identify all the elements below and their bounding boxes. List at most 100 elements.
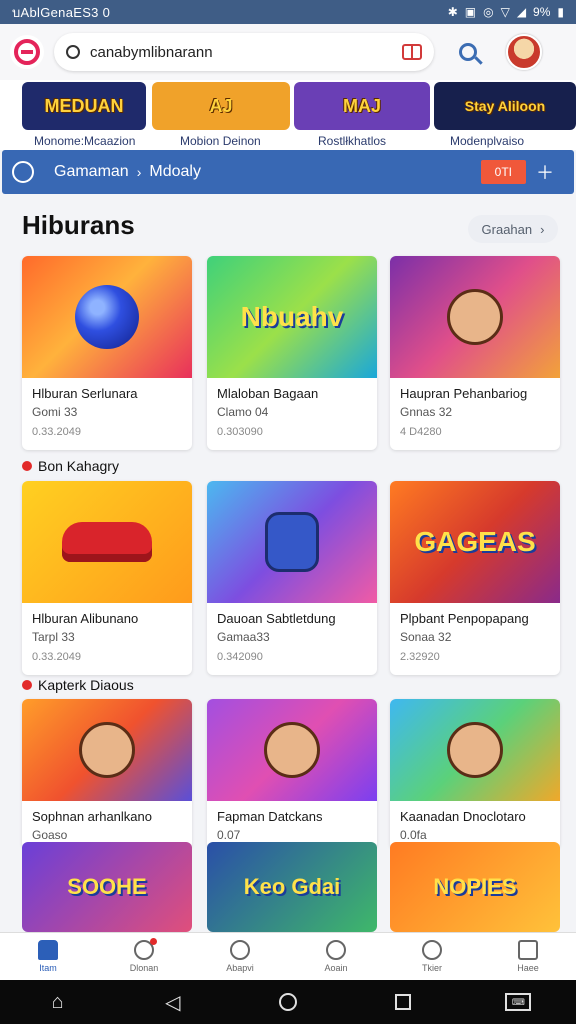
banner-item[interactable]: MAJ (294, 82, 430, 130)
section-title: Hiburans (22, 210, 135, 240)
game-logo-text: Keo Gdai (243, 874, 341, 899)
game-card[interactable]: Hlburan Serlunara Gomi 33 0.33.2049 (22, 256, 192, 450)
home-icon (38, 940, 58, 960)
sim-icon: ▣ (464, 5, 477, 19)
card-meta: 0.33.2049 (32, 651, 81, 663)
game-thumbnail[interactable] (390, 256, 560, 378)
notification-dot-icon (150, 938, 157, 945)
game-card[interactable]: Kaanadan Dnoclotaro 0.0fa (390, 699, 560, 849)
game-thumbnail[interactable] (22, 256, 192, 378)
tab-home[interactable]: Itam (0, 933, 96, 980)
tab-compass[interactable]: Abapvi (192, 933, 288, 980)
battery-icon: ▮ (557, 5, 564, 19)
card-subtitle: 0.07 (217, 828, 241, 842)
wifi-icon: ▽ (500, 5, 510, 19)
card-meta: 0.342090 (217, 651, 263, 663)
status-bar: บAblGenaES3 0 ✱ ▣ ◎ ▽ ◢ 9% ▮ (0, 0, 576, 24)
game-card[interactable]: NOPIES (390, 842, 560, 932)
banner-caption[interactable]: Mobion Deinon (180, 134, 261, 148)
game-card[interactable]: Hlburan Alibunano Tarpl 33 0.33.2049 (22, 481, 192, 675)
game-logo-text: NOPIES (433, 874, 517, 899)
game-card[interactable]: GAGEAS Plpbant Penpopapang Sonaa 32 2.32920 (390, 481, 560, 675)
banner-caption[interactable]: Monome:Mcaazion (34, 134, 135, 148)
nav-badge-button[interactable]: 0TI (480, 160, 526, 184)
game-card[interactable]: Haupran Pehanbariog Gnnas 32 4 D4280 (390, 256, 560, 450)
game-card[interactable]: Dauoan Sabtletdung Gamaa33 0.342090 (207, 481, 377, 675)
site-info-icon[interactable] (66, 45, 80, 59)
game-logo-text: Nbuahv (240, 301, 344, 332)
keyboard-icon[interactable]: ⌨ (496, 986, 540, 1018)
category-nav-bar: Gamaman › Mdoaly 0TI ＋ (2, 150, 574, 194)
app-logo-icon[interactable] (10, 35, 44, 69)
status-icons: ✱ ▣ ◎ ▽ ◢ 9% ▮ (448, 5, 564, 19)
home-button-icon[interactable]: ⌂ (36, 986, 80, 1018)
tab-history[interactable]: Haee (480, 933, 576, 980)
card-meta: 2.32920 (400, 651, 440, 663)
character-art-icon (265, 512, 319, 572)
see-more-button[interactable]: Graahan › (468, 215, 558, 243)
game-thumbnail[interactable] (22, 481, 192, 603)
breadcrumb-item[interactable]: Mdoaly (149, 163, 201, 181)
card-title: Kaanadan Dnoclotaro (400, 809, 526, 824)
card-title: Hlburan Alibunano (32, 611, 139, 626)
ball-art-icon (75, 285, 139, 349)
game-card[interactable]: Keo Gdai (207, 842, 377, 932)
banner-item[interactable]: AJ (152, 82, 290, 130)
avatar[interactable] (506, 34, 542, 70)
car-art-icon (62, 522, 152, 562)
game-card[interactable]: Nbuahv Mlaloban Bagaan Clamo 04 0.303090 (207, 256, 377, 450)
banner-caption[interactable]: Modenplvaiso (450, 134, 524, 148)
card-subtitle: 0.0fa (400, 828, 427, 842)
chat-icon (326, 940, 346, 960)
game-card[interactable]: Fapman Datckans 0.07 (207, 699, 377, 849)
tab-shop[interactable]: Dlonan (96, 933, 192, 980)
search-button[interactable] (448, 32, 488, 72)
banner-item[interactable]: Stay Aliloon (434, 82, 576, 130)
tab-chat[interactable]: Aoain (288, 933, 384, 980)
browser-bar: canabymlibnarann (0, 24, 576, 80)
tabs-icon[interactable] (402, 44, 422, 60)
tab-profile[interactable]: Tkier (384, 933, 480, 980)
game-logo-text: SOOHE (67, 874, 147, 899)
game-thumbnail[interactable] (207, 481, 377, 603)
banner-carousel[interactable]: MEDUAN AJ MAJ Stay Aliloon Monome:Mcaazi… (0, 80, 576, 150)
live-dot-icon (22, 680, 32, 690)
url-text[interactable]: canabymlibnarann (90, 44, 402, 61)
game-thumbnail[interactable]: GAGEAS (390, 481, 560, 603)
back-icon[interactable]: ◁ (151, 986, 195, 1018)
character-art-icon (447, 722, 503, 778)
game-thumbnail[interactable] (390, 699, 560, 801)
game-thumbnail[interactable] (207, 699, 377, 801)
game-card[interactable]: SOOHE (22, 842, 192, 932)
subsection-label: Bon Kahagry (38, 458, 119, 474)
subsection-title: Kapterk Diaous (22, 677, 134, 693)
card-meta: 4 D4280 (400, 426, 442, 438)
chevron-right-icon: › (136, 164, 142, 180)
history-icon (518, 940, 538, 960)
banner-title: MAJ (342, 95, 381, 116)
url-field[interactable]: canabymlibnarann (54, 33, 434, 71)
tab-label: Haee (517, 963, 539, 973)
compass-icon (230, 940, 250, 960)
breadcrumb-item[interactable]: Gamaman (54, 163, 129, 181)
game-thumbnail[interactable] (22, 699, 192, 801)
home-circle-icon[interactable] (266, 986, 310, 1018)
home-icon[interactable] (12, 161, 34, 183)
add-icon[interactable]: ＋ (536, 159, 554, 185)
banner-title: MEDUAN (44, 95, 124, 116)
recents-icon[interactable] (381, 986, 425, 1018)
banner-item[interactable]: MEDUAN (22, 82, 146, 130)
bottom-tab-bar: Itam Dlonan Abapvi Aoain Tkier Haee (0, 932, 576, 980)
banner-caption[interactable]: Rostlłkhatlos (318, 134, 386, 148)
system-nav-bar: ⌂ ◁ ⌨ (0, 980, 576, 1024)
game-card[interactable]: Sophnan arhanlkano Goaso (22, 699, 192, 849)
card-title: Haupran Pehanbariog (400, 386, 528, 401)
card-subtitle: Sonaa 32 (400, 630, 452, 644)
sync-icon: ◎ (483, 5, 494, 19)
shop-icon (134, 938, 157, 960)
signal-icon: ◢ (516, 5, 527, 19)
card-title: Mlaloban Bagaan (217, 386, 319, 401)
character-art-icon (264, 722, 320, 778)
game-thumbnail[interactable]: Nbuahv (207, 256, 377, 378)
card-subtitle: Gnnas 32 (400, 405, 453, 419)
